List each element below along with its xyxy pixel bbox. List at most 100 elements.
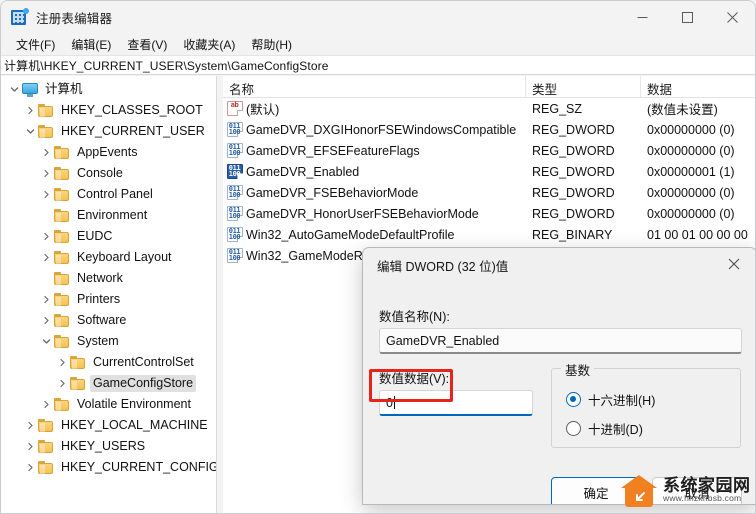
radio-decimal-indicator (566, 421, 581, 436)
maximize-button[interactable] (665, 1, 710, 33)
value-type-cell: REG_DWORD (532, 164, 615, 179)
value-name-text: GameDVR_Enabled (246, 164, 360, 179)
chevron-right-icon[interactable] (38, 247, 54, 268)
binary-value-icon: 011 100 (227, 227, 243, 242)
folder-icon (54, 145, 70, 160)
value-name-cell: 011 100 GameDVR_Enabled (223, 164, 526, 179)
dialog-title: 编辑 DWORD (32 位)值 (377, 259, 509, 274)
menu-file[interactable]: 文件(F) (8, 34, 63, 55)
chevron-right-icon[interactable] (38, 394, 54, 415)
address-bar[interactable]: 计算机\HKEY_CURRENT_USER\System\GameConfigS… (1, 55, 755, 75)
chevron-right-icon[interactable] (38, 226, 54, 247)
tree-node-label: HKEY_USERS (61, 439, 146, 453)
menu-favorites[interactable]: 收藏夹(A) (175, 34, 243, 55)
folder-icon (54, 292, 70, 307)
tree-node-software[interactable]: Software (1, 310, 216, 331)
tree-node-hkey-classes-root[interactable]: HKEY_CLASSES_ROOT (1, 100, 216, 121)
value-name-input[interactable]: GameDVR_Enabled (379, 328, 742, 354)
tree-node-currentcontrolset[interactable]: CurrentControlSet (1, 352, 216, 373)
tree-node-[interactable]: 计算机 (1, 79, 216, 100)
tree-node-control-panel[interactable]: Control Panel (1, 184, 216, 205)
tree-node-hkey-current-config[interactable]: HKEY_CURRENT_CONFIG (1, 457, 216, 478)
menu-help[interactable]: 帮助(H) (243, 34, 300, 55)
tree-node-label: Printers (77, 292, 121, 306)
value-row[interactable]: 011 100 Win32_AutoGameModeDefaultProfile RE… (223, 224, 755, 245)
folder-icon (54, 271, 70, 286)
column-header-data[interactable]: 数据 (641, 76, 755, 98)
radio-hexadecimal-label: 十六进制(H) (588, 394, 656, 408)
value-data-cell: 0x00000000 (0) (647, 206, 735, 221)
value-row[interactable]: 011 100 GameDVR_DXGIHonorFSEWindowsCompati… (223, 119, 755, 140)
dialog-close-icon[interactable] (712, 248, 755, 280)
chevron-right-icon[interactable] (38, 163, 54, 184)
dword-value-icon: 011 100 (227, 122, 243, 137)
tree-node-environment[interactable]: Environment (1, 205, 216, 226)
tree-node-hkey-current-user[interactable]: HKEY_CURRENT_USER (1, 121, 216, 142)
cancel-button[interactable]: 取消 (652, 477, 742, 504)
close-button[interactable] (710, 1, 755, 33)
tree-node-label: Console (77, 166, 123, 180)
value-data-cell: 0x00000000 (0) (647, 122, 735, 137)
minimize-button[interactable] (620, 1, 665, 33)
chevron-down-icon[interactable] (22, 121, 38, 142)
dword-value-icon: 011 100 (227, 164, 243, 179)
column-header-type[interactable]: 类型 (526, 76, 641, 98)
computer-icon (22, 82, 38, 97)
tree-node-label: 计算机 (45, 82, 83, 96)
chevron-down-icon[interactable] (6, 79, 22, 100)
tree-node-eudc[interactable]: EUDC (1, 226, 216, 247)
menu-edit[interactable]: 编辑(E) (63, 34, 119, 55)
dword-value-icon: 011 100 (227, 185, 243, 200)
tree-node-network[interactable]: Network (1, 268, 216, 289)
chevron-right-icon[interactable] (22, 436, 38, 457)
value-row[interactable]: ab (默认) REG_SZ (数值未设置) (223, 98, 755, 119)
tree-node-printers[interactable]: Printers (1, 289, 216, 310)
radio-hexadecimal[interactable]: 十六进制(H) (566, 390, 655, 409)
registry-editor-icon (11, 7, 29, 26)
tree-node-hkey-users[interactable]: HKEY_USERS (1, 436, 216, 457)
tree-node-keyboard-layout[interactable]: Keyboard Layout (1, 247, 216, 268)
value-data-cell: 0x00000000 (0) (647, 185, 735, 200)
value-row[interactable]: 011 100 GameDVR_Enabled REG_DWORD 0x00000001… (223, 161, 755, 182)
chevron-right-icon[interactable] (22, 457, 38, 478)
chevron-right-icon[interactable] (22, 100, 38, 121)
tree-node-system[interactable]: System (1, 331, 216, 352)
value-name-cell: 011 100 GameDVR_EFSEFeatureFlags (223, 143, 526, 158)
edit-dword-dialog: 编辑 DWORD (32 位)值 数值名称(N): GameDVR_Enable… (362, 247, 755, 505)
value-type-cell: REG_DWORD (532, 122, 615, 137)
value-name-text: GameDVR_FSEBehaviorMode (246, 185, 419, 200)
chevron-down-icon[interactable] (38, 331, 54, 352)
chevron-right-icon[interactable] (38, 142, 54, 163)
window-titlebar: 注册表编辑器 (1, 1, 755, 33)
chevron-right-icon[interactable] (54, 352, 70, 373)
address-path: 计算机\HKEY_CURRENT_USER\System\GameConfigS… (4, 58, 329, 73)
folder-icon (54, 250, 70, 265)
chevron-right-icon[interactable] (38, 289, 54, 310)
tree-node-volatile-environment[interactable]: Volatile Environment (1, 394, 216, 415)
registry-tree-pane: 计算机 HKEY_CLASSES_ROOT HKEY_CURRENT_USER App… (1, 76, 217, 513)
value-row[interactable]: 011 100 GameDVR_FSEBehaviorMode REG_DWORD 0x… (223, 182, 755, 203)
dword-value-icon: 011 100 (227, 206, 243, 221)
chevron-right-icon[interactable] (54, 373, 70, 394)
tree-node-label: Volatile Environment (77, 397, 191, 411)
value-name-cell: 011 100 GameDVR_HonorUserFSEBehaviorMode (223, 206, 526, 221)
tree-node-gameconfigstore[interactable]: GameConfigStore (1, 373, 216, 394)
titlebar-left: 注册表编辑器 (1, 7, 112, 27)
chevron-right-icon[interactable] (22, 415, 38, 436)
dword-value-icon: 011 100 (227, 143, 243, 158)
chevron-right-icon[interactable] (38, 310, 54, 331)
tree-node-label: Control Panel (77, 187, 153, 201)
menu-view[interactable]: 查看(V) (119, 34, 175, 55)
ok-button[interactable]: 确定 (551, 477, 641, 504)
dialog-body: 数值名称(N): GameDVR_Enabled 数值数据(V): 0 基数 十… (363, 282, 755, 504)
radio-decimal[interactable]: 十进制(D) (566, 419, 643, 438)
value-row[interactable]: 011 100 GameDVR_EFSEFeatureFlags REG_DWORD 0… (223, 140, 755, 161)
tree-node-console[interactable]: Console (1, 163, 216, 184)
tree-node-hkey-local-machine[interactable]: HKEY_LOCAL_MACHINE (1, 415, 216, 436)
value-data-input[interactable]: 0 (379, 390, 533, 416)
chevron-right-icon[interactable] (38, 184, 54, 205)
tree-node-appevents[interactable]: AppEvents (1, 142, 216, 163)
column-header-name[interactable]: 名称 (223, 76, 526, 98)
value-name-text: Win32_AutoGameModeDefaultProfile (246, 227, 455, 242)
value-row[interactable]: 011 100 GameDVR_HonorUserFSEBehaviorMode RE… (223, 203, 755, 224)
